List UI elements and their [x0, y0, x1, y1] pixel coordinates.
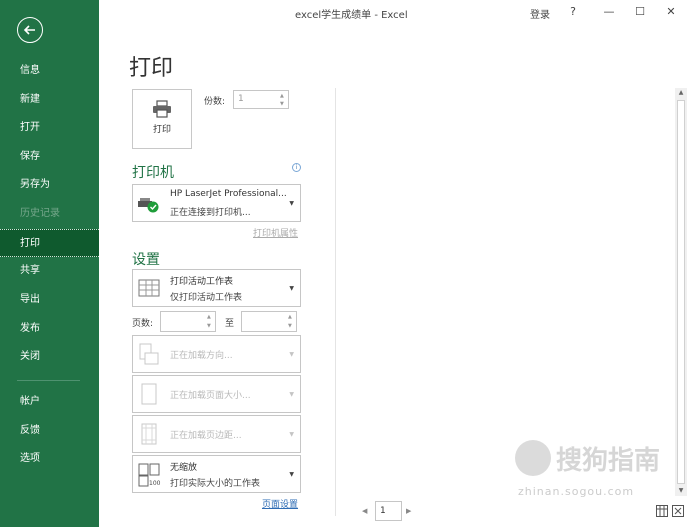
nav-item-new[interactable]: 新建: [0, 86, 99, 114]
window-title: excel学生成绩单 - Excel: [295, 10, 408, 21]
nav-item-save[interactable]: 保存: [0, 143, 99, 171]
page-size-icon: [138, 382, 160, 411]
orientation-icon: [138, 342, 160, 371]
scrollbar-thumb[interactable]: [677, 100, 685, 484]
page-setup-link[interactable]: 页面设置: [262, 497, 298, 510]
page-title: 打印: [129, 56, 174, 81]
watermark-text: 搜狗指南: [556, 446, 661, 476]
copies-value: 1: [238, 94, 244, 104]
margins-icon: [138, 422, 160, 451]
no-scaling-icon: 100: [138, 462, 162, 491]
spin-up-icon[interactable]: ▲: [207, 314, 213, 320]
nav-item-account[interactable]: 帐户: [0, 388, 99, 416]
nav-item-close[interactable]: 关闭: [0, 343, 99, 371]
spin-down-icon[interactable]: ▼: [288, 323, 294, 329]
restore-button[interactable]: ☐: [631, 4, 649, 20]
nav-divider: [17, 380, 80, 381]
scroll-up-icon[interactable]: ▲: [675, 88, 687, 98]
copies-label: 份数:: [204, 97, 226, 107]
help-button[interactable]: ?: [564, 4, 582, 20]
page-number-input[interactable]: 1: [375, 501, 402, 521]
scaling-title: 无缩放: [170, 463, 198, 473]
spin-down-icon[interactable]: ▼: [280, 101, 286, 107]
nav-item-share[interactable]: 共享: [0, 257, 99, 285]
scope-title: 打印活动工作表: [170, 277, 234, 287]
pages-label: 页数:: [132, 319, 154, 329]
nav-item-export[interactable]: 导出: [0, 286, 99, 314]
sheet-grid-icon: [138, 279, 160, 300]
nav-item-options[interactable]: 选项: [0, 445, 99, 473]
pages-to-input[interactable]: ▲ ▼: [241, 311, 297, 332]
scaling-subtitle: 打印实际大小的工作表: [170, 479, 261, 489]
minimize-button[interactable]: —: [600, 4, 618, 20]
nav-item-publish[interactable]: 发布: [0, 315, 99, 343]
next-page-icon[interactable]: ▶: [406, 507, 411, 515]
zoom-to-page-icon[interactable]: [672, 505, 684, 517]
printer-dropdown[interactable]: HP LaserJet Professional... 正在连接到打印机... …: [132, 184, 301, 222]
prev-page-icon[interactable]: ◀: [362, 507, 367, 515]
printer-name: HP LaserJet Professional...: [170, 189, 287, 199]
settings-section-title: 设置: [132, 252, 160, 268]
nav-item-feedback[interactable]: 反馈: [0, 417, 99, 445]
close-button[interactable]: ✕: [662, 4, 680, 20]
copies-input[interactable]: 1 ▲ ▼: [233, 90, 289, 109]
page-size-dropdown: 正在加载页面大小... ▼: [132, 375, 301, 413]
dropdown-arrow-icon: ▼: [289, 351, 294, 358]
preview-divider: [335, 88, 336, 516]
spin-up-icon[interactable]: ▲: [288, 314, 294, 320]
print-button[interactable]: 打印: [132, 89, 192, 149]
pages-to-label: 至: [225, 319, 235, 329]
pages-from-input[interactable]: ▲ ▼: [160, 311, 216, 332]
svg-text:100: 100: [149, 480, 161, 487]
show-margins-icon[interactable]: [656, 505, 668, 517]
orientation-dropdown: 正在加载方向... ▼: [132, 335, 301, 373]
dropdown-arrow-icon: ▼: [289, 200, 294, 207]
dropdown-arrow-icon: ▼: [289, 285, 294, 292]
dropdown-arrow-icon: ▼: [289, 431, 294, 438]
printer-ready-icon: [138, 197, 160, 216]
scaling-dropdown[interactable]: 100 无缩放 打印实际大小的工作表 ▼: [132, 455, 301, 493]
scope-subtitle: 仅打印活动工作表: [170, 293, 243, 303]
printer-status: 正在连接到打印机...: [170, 208, 251, 218]
printer-section-title: 打印机: [132, 165, 174, 181]
spin-down-icon[interactable]: ▼: [207, 323, 213, 329]
backstage-sidebar: 信息 新建 打开 保存 另存为 历史记录 打印 共享 导出 发布 关闭 帐户 反…: [0, 0, 99, 527]
watermark-url: zhinan.sogou.com: [518, 485, 635, 498]
dropdown-arrow-icon: ▼: [289, 471, 294, 478]
printer-icon: [152, 100, 172, 121]
orientation-label: 正在加载方向...: [170, 351, 233, 361]
spin-up-icon[interactable]: ▲: [280, 93, 286, 99]
info-icon[interactable]: i: [292, 163, 301, 172]
nav-item-history: 历史记录: [20, 208, 60, 219]
nav-item-save-as[interactable]: 另存为: [0, 171, 99, 199]
nav-item-info[interactable]: 信息: [0, 57, 99, 85]
print-scope-dropdown[interactable]: 打印活动工作表 仅打印活动工作表 ▼: [132, 269, 301, 307]
dropdown-arrow-icon: ▼: [289, 391, 294, 398]
print-button-label: 打印: [152, 125, 171, 135]
printer-properties-link[interactable]: 打印机属性: [253, 226, 298, 239]
margins-label: 正在加载页边距...: [170, 431, 242, 441]
login-link[interactable]: 登录: [530, 6, 550, 21]
nav-item-open[interactable]: 打开: [0, 114, 99, 142]
scroll-down-icon[interactable]: ▼: [675, 486, 687, 496]
margins-dropdown: 正在加载页边距... ▼: [132, 415, 301, 453]
nav-item-print[interactable]: 打印: [0, 229, 99, 257]
back-arrow-icon[interactable]: [17, 17, 43, 43]
watermark-logo-icon: [515, 440, 551, 476]
page-size-label: 正在加载页面大小...: [170, 391, 251, 401]
